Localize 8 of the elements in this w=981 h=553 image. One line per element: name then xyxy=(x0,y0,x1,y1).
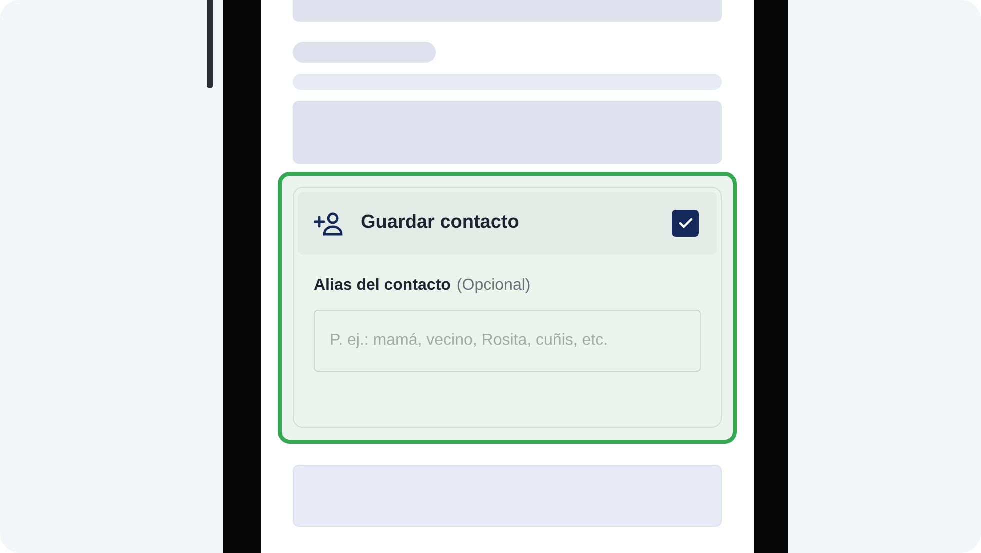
alias-label: Alias del contacto xyxy=(314,276,451,296)
add-person-icon xyxy=(314,212,345,236)
save-contact-header[interactable]: Guardar contacto xyxy=(298,192,717,255)
alias-input-field[interactable]: P. ej.: mamá, vecino, Rosita, cuñis, etc. xyxy=(314,310,701,372)
save-contact-title: Guardar contacto xyxy=(361,211,520,236)
check-icon xyxy=(678,218,692,229)
save-contact-checkbox[interactable] xyxy=(672,210,699,237)
optional-hint: (Opcional) xyxy=(456,276,531,296)
